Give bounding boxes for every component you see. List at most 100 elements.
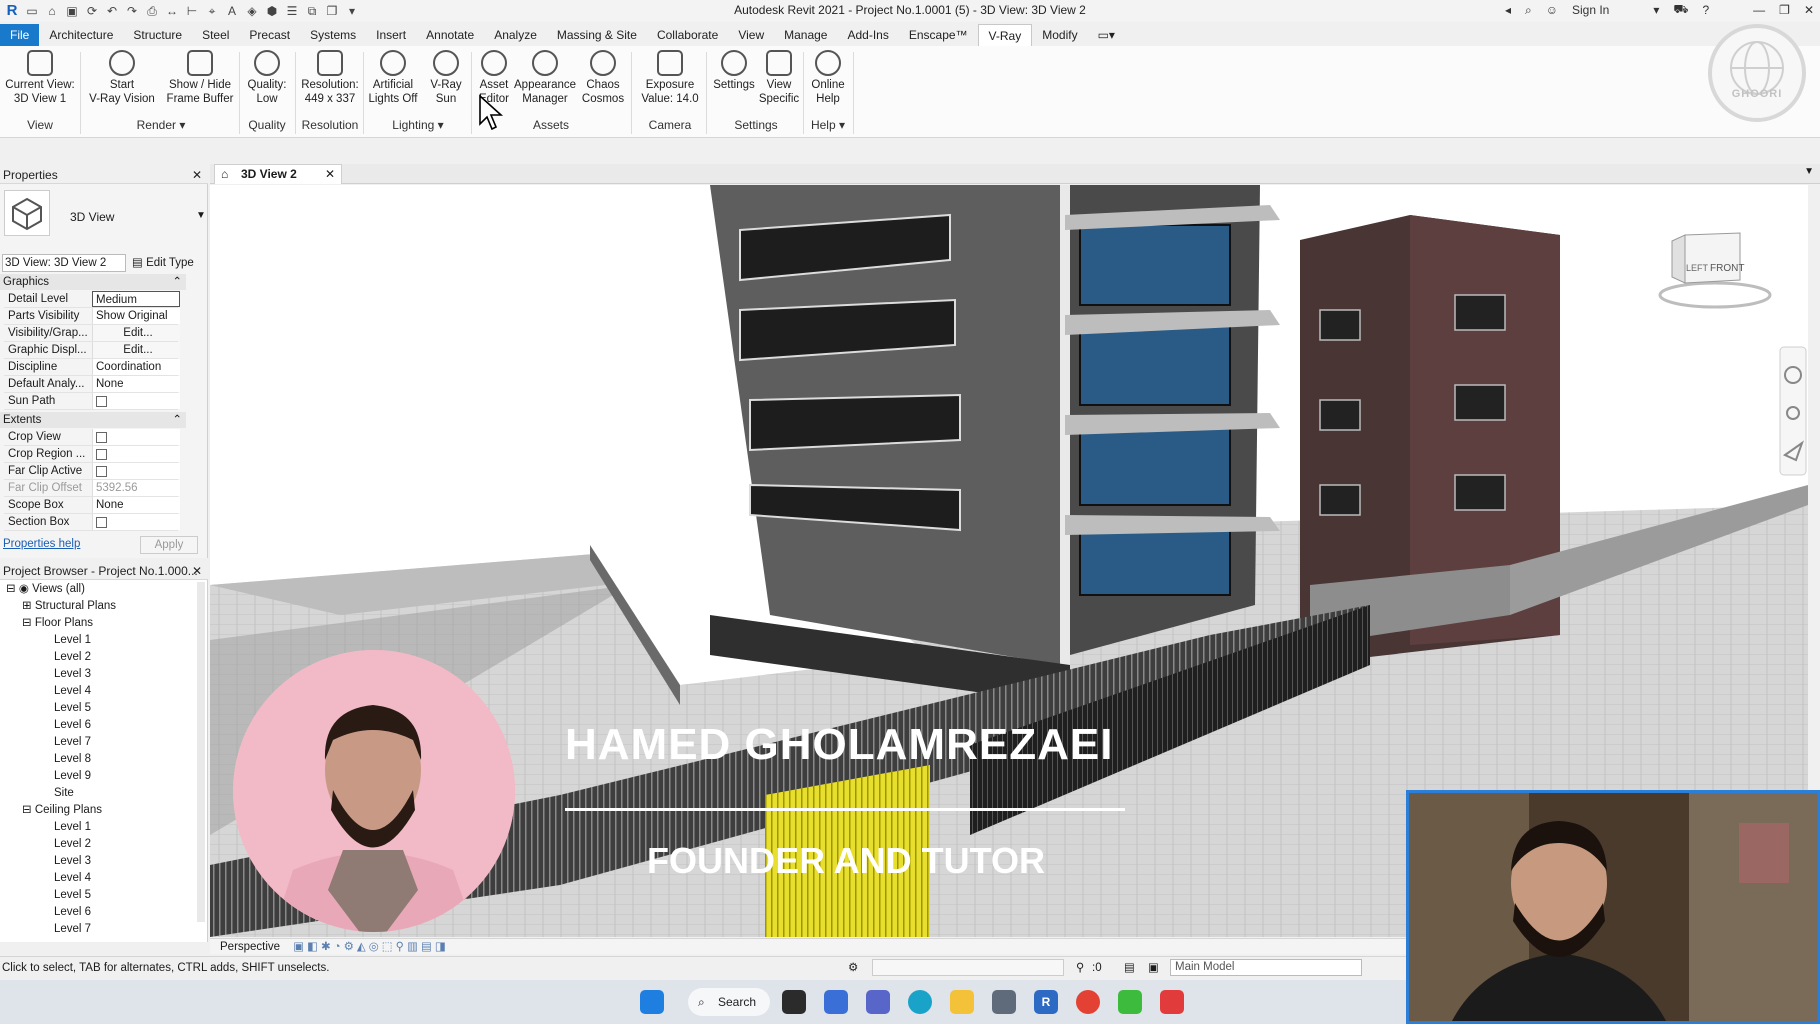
view-specific-button[interactable]: View Specific bbox=[758, 50, 800, 106]
close-icon[interactable]: ✕ bbox=[192, 166, 202, 184]
type-selector[interactable]: 3D View bbox=[70, 210, 114, 224]
tab-architecture[interactable]: Architecture bbox=[39, 24, 123, 46]
tab-add-ins[interactable]: Add-Ins bbox=[837, 24, 898, 46]
resolution-button[interactable]: Resolution: 449 x 337 bbox=[298, 50, 362, 106]
tree-leaf-level[interactable]: Level 8 bbox=[54, 751, 91, 768]
tab-annotate[interactable]: Annotate bbox=[416, 24, 484, 46]
crop-region-checkbox[interactable] bbox=[96, 449, 107, 460]
group-render[interactable]: Render ▾ bbox=[86, 118, 236, 132]
camtasia-icon[interactable] bbox=[1118, 990, 1142, 1014]
exposure-value-button[interactable]: Exposure Value: 14.0 bbox=[638, 50, 702, 106]
current-view-button[interactable]: Current View: 3D View 1 bbox=[4, 50, 76, 106]
default-analysis-select[interactable]: None bbox=[92, 376, 180, 392]
navigation-bar[interactable] bbox=[1779, 346, 1807, 476]
apply-button[interactable]: Apply bbox=[140, 536, 198, 554]
revit-taskbar-icon[interactable]: R bbox=[1034, 990, 1058, 1014]
view-mode-label[interactable]: Perspective bbox=[220, 941, 280, 953]
tree-node-floor-plans[interactable]: ⊟ Floor Plans bbox=[22, 615, 93, 632]
chevron-down-icon[interactable]: ▼ bbox=[196, 210, 206, 221]
tab-massing-site[interactable]: Massing & Site bbox=[547, 24, 647, 46]
workset-select[interactable] bbox=[872, 959, 1064, 976]
frame-buffer-button[interactable]: Show / Hide Frame Buffer bbox=[164, 50, 236, 106]
edge-icon[interactable] bbox=[908, 990, 932, 1014]
crop-view-checkbox[interactable] bbox=[96, 432, 107, 443]
chaos-cosmos-button[interactable]: Chaos Cosmos bbox=[580, 50, 626, 106]
section-extents[interactable]: Extents ⌃ bbox=[0, 412, 186, 428]
tab-insert[interactable]: Insert bbox=[366, 24, 416, 46]
tree-leaf-level[interactable]: Level 9 bbox=[54, 768, 91, 785]
close-icon[interactable]: ✕ bbox=[325, 165, 335, 184]
minimize-button[interactable]: — bbox=[1753, 3, 1765, 17]
taskbar-search[interactable]: ⌕ Search bbox=[688, 988, 770, 1016]
tree-leaf-level[interactable]: Level 2 bbox=[54, 649, 91, 666]
far-clip-checkbox[interactable] bbox=[96, 466, 107, 477]
tree-leaf-level[interactable]: Level 5 bbox=[54, 700, 91, 717]
tree-leaf-level[interactable]: Level 6 bbox=[54, 904, 91, 921]
tab-vray[interactable]: V-Ray bbox=[977, 24, 1033, 46]
visibility-edit-button[interactable]: Edit... bbox=[92, 325, 180, 341]
binoculars-icon[interactable]: ⌕ bbox=[1525, 3, 1532, 18]
recorder-icon[interactable] bbox=[1160, 990, 1184, 1014]
sign-in-button[interactable]: Sign In bbox=[1572, 3, 1609, 17]
tree-leaf-level[interactable]: Level 3 bbox=[54, 666, 91, 683]
tree-leaf-level[interactable]: Level 6 bbox=[54, 717, 91, 734]
restore-button[interactable]: ❐ bbox=[1779, 3, 1790, 17]
chrome-icon[interactable] bbox=[1076, 990, 1100, 1014]
tab-view[interactable]: View bbox=[728, 24, 774, 46]
group-help[interactable]: Help ▾ bbox=[806, 118, 850, 132]
tree-node-views[interactable]: ⊟ ◉ Views (all) bbox=[6, 581, 85, 598]
group-lighting[interactable]: Lighting ▾ bbox=[366, 118, 470, 132]
settings-button[interactable]: Settings bbox=[710, 50, 758, 92]
tree-leaf-level[interactable]: Level 7 bbox=[54, 921, 91, 938]
tab-steel[interactable]: Steel bbox=[192, 24, 239, 46]
close-button[interactable]: ✕ bbox=[1804, 3, 1814, 17]
parts-visibility-select[interactable]: Show Original bbox=[92, 308, 180, 324]
tab-structure[interactable]: Structure bbox=[123, 24, 192, 46]
user-icon[interactable]: ☺ bbox=[1546, 3, 1558, 17]
worksets-icon[interactable]: ⚙ bbox=[848, 957, 858, 979]
tree-leaf-level[interactable]: Level 1 bbox=[54, 632, 91, 649]
view-instance-selector[interactable]: 3D View: 3D View 2 bbox=[2, 254, 126, 272]
chevron-down-icon[interactable]: ▼ bbox=[1804, 166, 1814, 177]
properties-help-link[interactable]: Properties help bbox=[3, 538, 80, 550]
view-control-icons[interactable]: ▣◧✱◔⚙◭◎⬚⚲▥▤◨ bbox=[293, 941, 448, 953]
tree-leaf-level[interactable]: Level 7 bbox=[54, 734, 91, 751]
tab-precast[interactable]: Precast bbox=[239, 24, 300, 46]
tab-modify[interactable]: Modify bbox=[1032, 24, 1087, 46]
tab-collaborate[interactable]: Collaborate bbox=[647, 24, 728, 46]
task-view-icon[interactable] bbox=[782, 990, 806, 1014]
vray-sun-button[interactable]: V-Ray Sun bbox=[424, 50, 468, 106]
windows-start-icon[interactable] bbox=[640, 990, 664, 1014]
section-graphics[interactable]: Graphics ⌃ bbox=[0, 274, 186, 290]
tree-leaf-level[interactable]: Level 3 bbox=[54, 853, 91, 870]
chevron-left-icon[interactable]: ◂ bbox=[1505, 3, 1511, 17]
tab-file[interactable]: File bbox=[0, 24, 40, 46]
artificial-lights-button[interactable]: Artificial Lights Off bbox=[366, 50, 420, 106]
widgets-icon[interactable] bbox=[824, 990, 848, 1014]
section-box-checkbox[interactable] bbox=[96, 517, 107, 528]
tree-leaf-level[interactable]: Level 4 bbox=[54, 683, 91, 700]
sun-path-checkbox[interactable] bbox=[96, 396, 107, 407]
detail-level-select[interactable]: Medium bbox=[92, 291, 180, 307]
quality-button[interactable]: Quality: Low bbox=[242, 50, 292, 106]
tab-analyze[interactable]: Analyze bbox=[484, 24, 547, 46]
tree-leaf-level[interactable]: Level 4 bbox=[54, 870, 91, 887]
tree-node-ceiling-plans[interactable]: ⊟ Ceiling Plans bbox=[22, 802, 102, 819]
help-icon[interactable]: ? bbox=[1702, 3, 1709, 17]
tree-leaf-level[interactable]: Level 5 bbox=[54, 887, 91, 904]
edit-type-button[interactable]: ▤ Edit Type bbox=[132, 254, 194, 272]
scope-box-select[interactable]: None bbox=[92, 497, 180, 513]
calculator-icon[interactable] bbox=[992, 990, 1016, 1014]
tab-manage[interactable]: Manage bbox=[774, 24, 837, 46]
tab-enscape[interactable]: Enscape™ bbox=[899, 24, 978, 46]
tree-leaf-level[interactable]: Site bbox=[54, 785, 74, 802]
cart-icon[interactable]: ⛟ bbox=[1673, 2, 1688, 18]
online-help-button[interactable]: Online Help bbox=[806, 50, 850, 106]
appearance-manager-button[interactable]: Appearance Manager bbox=[514, 50, 576, 106]
editing-requests-icon[interactable]: ▤ bbox=[1124, 957, 1135, 979]
chevron-down-icon[interactable]: ▾ bbox=[1653, 3, 1659, 17]
tree-leaf-level[interactable]: Level 2 bbox=[54, 836, 91, 853]
browser-scrollbar[interactable] bbox=[197, 582, 205, 922]
design-options-icon[interactable]: ▣ bbox=[1148, 957, 1159, 979]
design-option-select[interactable]: Main Model bbox=[1170, 959, 1362, 976]
